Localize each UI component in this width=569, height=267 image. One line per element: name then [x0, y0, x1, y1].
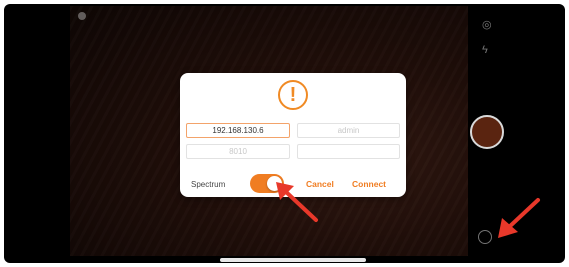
ip-address-field[interactable] — [186, 123, 290, 138]
password-field[interactable] — [297, 144, 400, 159]
username-field[interactable] — [297, 123, 400, 138]
phone-screen: ◎ ϟ ! Spectrum Cancel Connect — [4, 4, 565, 263]
annotation-arrow-toggle — [276, 182, 318, 222]
spectrum-label: Spectrum — [191, 180, 226, 189]
camera-switch-icon[interactable]: ◎ — [482, 18, 492, 31]
exclamation-circle-icon: ! — [278, 80, 308, 110]
port-field[interactable] — [186, 144, 290, 159]
status-indicator — [78, 12, 86, 20]
annotation-arrow-gear — [498, 198, 540, 238]
connection-dialog: ! Spectrum Cancel Connect — [180, 73, 406, 197]
home-indicator[interactable] — [220, 258, 366, 262]
lightning-icon[interactable]: ϟ — [482, 44, 488, 56]
connect-button[interactable]: Connect — [352, 179, 386, 189]
gear-icon[interactable] — [478, 230, 492, 244]
record-dot-icon — [78, 12, 86, 20]
shutter-button[interactable] — [470, 115, 504, 149]
